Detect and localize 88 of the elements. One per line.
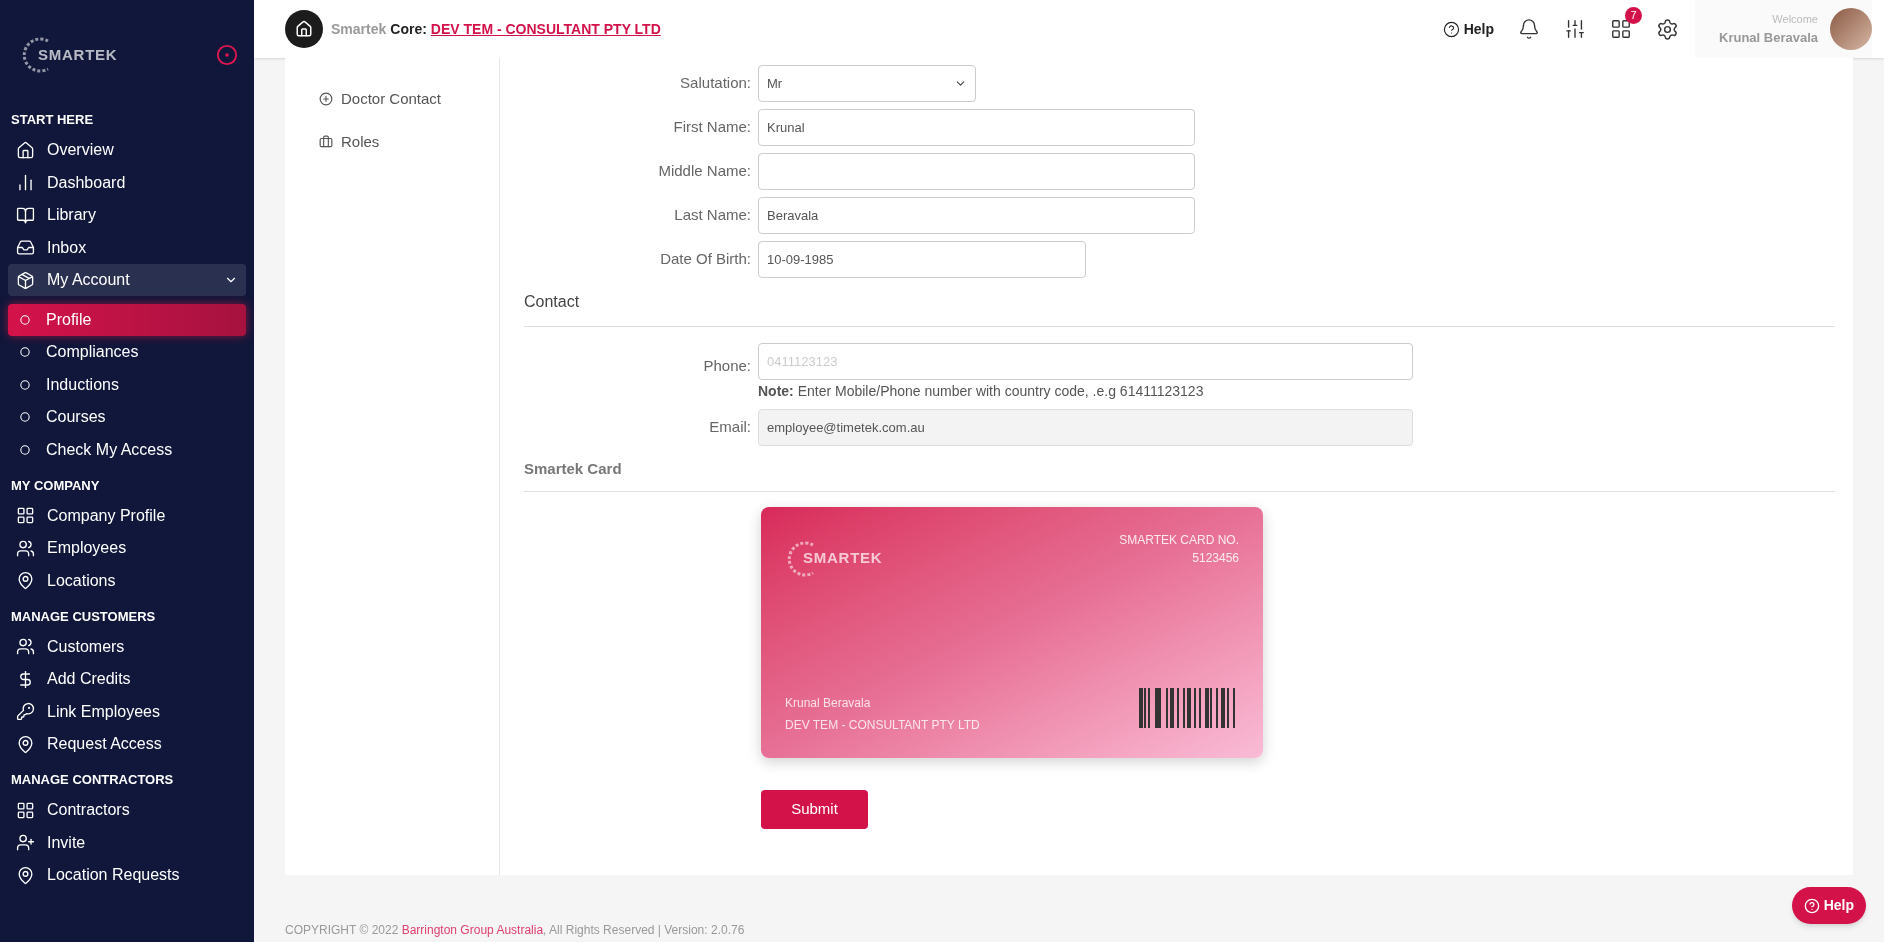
welcome-text: Welcome xyxy=(1772,12,1818,27)
text-field[interactable] xyxy=(758,153,1195,190)
section-heading: Contact xyxy=(524,292,581,312)
sidebar-item[interactable]: Customers xyxy=(8,630,246,663)
profile-nav-item[interactable]: Roles xyxy=(319,130,465,153)
sidebar-item[interactable]: Company Profile xyxy=(8,499,246,532)
home-icon xyxy=(16,140,35,160)
salutation-select[interactable]: Mr xyxy=(758,65,976,102)
home-button[interactable] xyxy=(285,10,323,48)
notification-badge: 7 xyxy=(1625,7,1642,24)
map-pin-icon xyxy=(16,734,35,754)
field-label: Last Name: xyxy=(673,205,751,226)
section-heading: MANAGE CUSTOMERS xyxy=(10,607,157,626)
circle-icon xyxy=(20,314,30,325)
field-label: Middle Name: xyxy=(657,161,751,182)
card-number-label: SMARTEK CARD NO. xyxy=(1119,531,1239,549)
users-icon xyxy=(16,637,35,656)
box-icon xyxy=(16,270,35,290)
section-heading: MY COMPANY xyxy=(10,476,101,495)
sidebar-subitem[interactable]: Inductions xyxy=(8,368,246,401)
sidebar-item[interactable]: Add Credits xyxy=(8,663,246,695)
section-heading: Smartek Card xyxy=(524,459,623,479)
phone-note: Note: Enter Mobile/Phone number with country code, .e.g 61411123123 xyxy=(758,382,1205,401)
map-pin-icon xyxy=(16,865,35,885)
core-label: Core: xyxy=(390,19,427,39)
home-icon xyxy=(295,20,313,38)
plus-icon xyxy=(319,92,333,107)
map-pin-icon xyxy=(16,571,35,590)
field-label: Phone: xyxy=(702,356,751,376)
text-field[interactable]: Krunal xyxy=(758,109,1195,146)
submit-button[interactable]: Submit xyxy=(761,789,868,829)
field-label: Salutation: xyxy=(679,73,751,94)
sidebar-subitem[interactable]: Compliances xyxy=(8,336,246,368)
field-label: First Name: xyxy=(672,117,751,138)
sidebar-item[interactable]: My Account xyxy=(8,264,246,296)
grid-icon xyxy=(16,800,35,820)
sidebar-item[interactable]: Dashboard xyxy=(8,166,246,199)
sidebar-subitem[interactable]: Profile xyxy=(8,303,246,336)
user-plus-icon xyxy=(16,833,35,852)
book-icon xyxy=(16,205,35,225)
key-icon xyxy=(16,702,35,721)
field-label: Date Of Birth: xyxy=(659,249,751,270)
apps-icon[interactable] xyxy=(1610,18,1632,40)
sidebar-item[interactable]: Location Requests xyxy=(8,859,246,891)
inbox-icon xyxy=(16,238,35,257)
settings-icon[interactable] xyxy=(1656,17,1679,41)
users-icon xyxy=(16,538,35,558)
notification-icon[interactable] xyxy=(1518,18,1540,40)
card-holder: Krunal Beravala xyxy=(785,694,872,712)
sidebar-subitem[interactable]: Courses xyxy=(8,401,246,433)
sidebar-item[interactable]: Invite xyxy=(8,826,246,859)
sidebar-item[interactable]: Library xyxy=(8,199,246,231)
help-icon xyxy=(1803,897,1820,914)
help-button[interactable]: Help xyxy=(1791,887,1866,924)
sidebar-item[interactable]: Inbox xyxy=(8,231,246,264)
circle-icon xyxy=(20,444,30,455)
profile-nav-item[interactable]: Doctor Contact xyxy=(319,88,465,111)
logo: SMARTEK xyxy=(785,538,883,579)
logo: SMARTEK xyxy=(20,35,118,75)
brand-name: Smartek xyxy=(331,19,387,39)
grid-icon xyxy=(16,506,35,525)
card-number: 5123456 xyxy=(1192,549,1239,567)
target-icon[interactable] xyxy=(216,44,238,66)
user-name: Krunal Beravala xyxy=(1719,28,1818,47)
sidebar-item[interactable]: Employees xyxy=(8,532,246,564)
section-heading: START HERE xyxy=(10,111,95,129)
text-field[interactable]: 10-09-1985 xyxy=(758,241,1086,278)
sidebar-item[interactable]: Request Access xyxy=(8,728,246,760)
sidebar-item[interactable]: Link Employees xyxy=(8,695,246,728)
circle-icon xyxy=(20,379,30,390)
field-label: Email: xyxy=(708,417,751,438)
bar-chart-icon xyxy=(16,173,35,192)
company-link[interactable]: DEV TEM - CONSULTANT PTY LTD xyxy=(430,18,661,40)
section-heading: MANAGE CONTRACTORS xyxy=(10,771,175,789)
avatar[interactable] xyxy=(1830,8,1872,50)
help-icon xyxy=(1442,20,1460,38)
circle-icon xyxy=(20,347,30,357)
text-field[interactable]: Beravala xyxy=(758,197,1195,234)
help-link[interactable]: Help xyxy=(1442,18,1494,40)
sidebar-item[interactable]: Overview xyxy=(8,134,246,166)
briefcase-icon xyxy=(319,134,333,149)
sidebar-item[interactable]: Locations xyxy=(8,564,246,597)
card-company: DEV TEM - CONSULTANT PTY LTD xyxy=(785,716,980,734)
sidebar-subitem[interactable]: Check My Access xyxy=(8,433,246,466)
sidebar-item[interactable]: Contractors xyxy=(8,794,246,826)
sliders-icon[interactable] xyxy=(1564,18,1586,40)
circle-icon xyxy=(20,412,30,422)
footer-text: COPYRIGHT © 2022 Barrington Group Australia, All Rights Reserved | Version: 2.0.76 xyxy=(285,922,745,939)
